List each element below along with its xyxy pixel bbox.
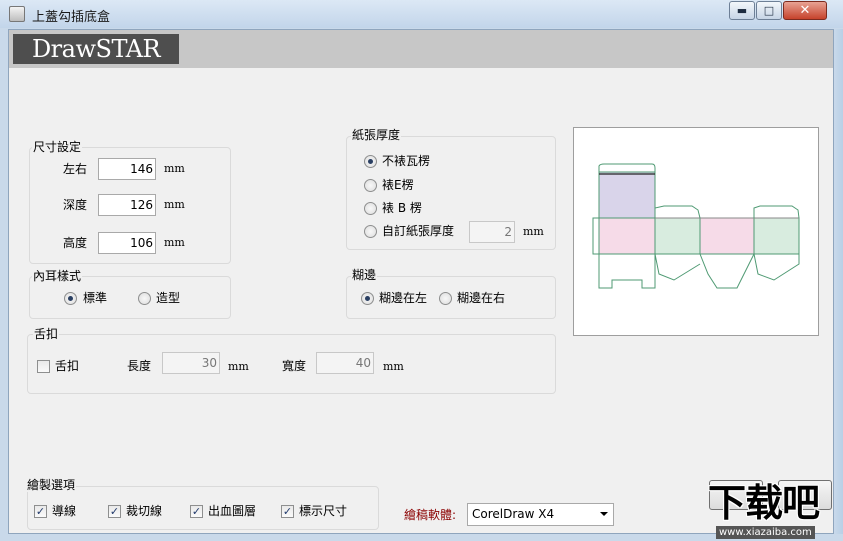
watermark-text: 下载吧 [708, 481, 820, 525]
watermark-site: www.xiazaiba.com [716, 526, 815, 539]
paper-custom-thickness-input[interactable]: 2 [469, 221, 515, 243]
width-label: 左右 [63, 162, 88, 176]
bleed-layer-checkbox[interactable]: ✓ [190, 505, 203, 518]
application-window: 上蓋勾插底盒 ▬ □ ✕ DrawSTAR 尺寸設定 左右 146 mm 深度 … [0, 0, 843, 541]
glue-flap-label: 糊邊 [351, 268, 378, 282]
top-tuck-flap [598, 163, 656, 172]
depth-label: 深度 [63, 198, 88, 212]
tongue-width-unit: mm [383, 360, 404, 373]
paper-e-flute-label: 裱E楞 [382, 178, 414, 192]
tongue-length-input[interactable]: 30 [162, 352, 220, 374]
tongue-length-unit: mm [228, 360, 249, 373]
glue-left-radio[interactable] [361, 292, 374, 305]
paper-e-flute-radio[interactable] [364, 179, 377, 192]
paper-none-label: 不裱瓦楞 [382, 154, 431, 168]
bottom-flap-front [598, 254, 656, 289]
depth-unit: mm [164, 198, 185, 211]
glue-flap [592, 217, 600, 255]
drawing-software-value: CorelDraw X4 [472, 507, 555, 521]
tongue-width-input[interactable]: 40 [316, 352, 374, 374]
cut-lines-label: 裁切線 [126, 504, 163, 518]
bottom-lock-left [654, 253, 701, 281]
bottom-lock-right [753, 253, 800, 281]
dust-flap-right [753, 205, 800, 219]
window-title: 上蓋勾插底盒 [32, 10, 111, 25]
top-lid-face [598, 171, 656, 219]
size-settings-label: 尺寸設定 [32, 140, 83, 154]
height-label: 高度 [63, 236, 88, 250]
close-icon: ✕ [799, 3, 811, 18]
maximize-button[interactable]: □ [756, 1, 782, 20]
show-dimensions-checkbox[interactable]: ✓ [281, 505, 294, 518]
paper-custom-unit: mm [523, 225, 544, 238]
inner-ear-standard-radio[interactable] [64, 292, 77, 305]
glue-right-label: 糊邊在右 [457, 291, 506, 305]
paper-b-flute-label: 裱 B 楞 [382, 201, 422, 215]
minimize-icon: ▬ [736, 4, 748, 17]
inner-ear-shaped-radio[interactable] [138, 292, 151, 305]
glue-left-label: 糊邊在左 [379, 291, 428, 305]
paper-thickness-label: 紙張厚度 [351, 128, 402, 142]
drawing-software-label: 繪稿軟體: [404, 508, 457, 522]
close-button[interactable]: ✕ [783, 1, 827, 20]
window-frame-right [834, 29, 843, 534]
glue-right-radio[interactable] [439, 292, 452, 305]
paper-custom-label: 自訂紙張厚度 [382, 224, 455, 238]
inner-ear-shaped-label: 造型 [156, 291, 181, 305]
title-bar[interactable]: 上蓋勾插底盒 ▬ □ ✕ [0, 0, 843, 28]
tongue-lock-label: 舌扣 [33, 327, 60, 341]
box-dieline-preview [592, 163, 800, 289]
bottom-flap-back [699, 253, 755, 289]
side-face-right [753, 217, 800, 255]
drawstar-logo: DrawSTAR [13, 34, 179, 64]
minimize-button[interactable]: ▬ [729, 1, 755, 20]
banner: DrawSTAR [9, 30, 833, 68]
inner-ear-label: 內耳樣式 [32, 269, 83, 283]
front-face [598, 217, 656, 255]
bleed-layer-label: 出血圖層 [208, 504, 257, 518]
width-input[interactable]: 146 [98, 158, 156, 180]
drawing-software-select[interactable]: CorelDraw X4 [467, 503, 614, 526]
cut-lines-checkbox[interactable]: ✓ [108, 505, 121, 518]
dust-flap-left [654, 205, 701, 219]
guide-lines-label: 導線 [52, 504, 77, 518]
width-unit: mm [164, 162, 185, 175]
tongue-lock-checkbox-label: 舌扣 [55, 359, 80, 373]
draw-options-label: 繪製選項 [26, 478, 77, 492]
paper-none-radio[interactable] [364, 155, 377, 168]
show-dimensions-label: 標示尺寸 [299, 504, 348, 518]
tongue-width-label: 寬度 [282, 359, 307, 373]
xiazaiba-watermark: 下载吧 www.xiazaiba.com [706, 482, 843, 541]
box-preview-panel [573, 127, 819, 336]
tongue-length-label: 長度 [127, 359, 152, 373]
inner-ear-standard-label: 標準 [83, 291, 108, 305]
back-face [699, 217, 755, 255]
side-face-left [654, 217, 701, 255]
tongue-lock-checkbox[interactable] [37, 360, 50, 373]
height-unit: mm [164, 236, 185, 249]
height-input[interactable]: 106 [98, 232, 156, 254]
maximize-icon: □ [763, 4, 775, 17]
chevron-down-icon[interactable] [600, 512, 608, 516]
paper-b-flute-radio[interactable] [364, 202, 377, 215]
app-icon[interactable] [9, 6, 25, 22]
guide-lines-checkbox[interactable]: ✓ [34, 505, 47, 518]
depth-input[interactable]: 126 [98, 194, 156, 216]
dialog-client-area: DrawSTAR 尺寸設定 左右 146 mm 深度 126 mm 高度 106… [8, 29, 834, 534]
paper-custom-radio[interactable] [364, 225, 377, 238]
